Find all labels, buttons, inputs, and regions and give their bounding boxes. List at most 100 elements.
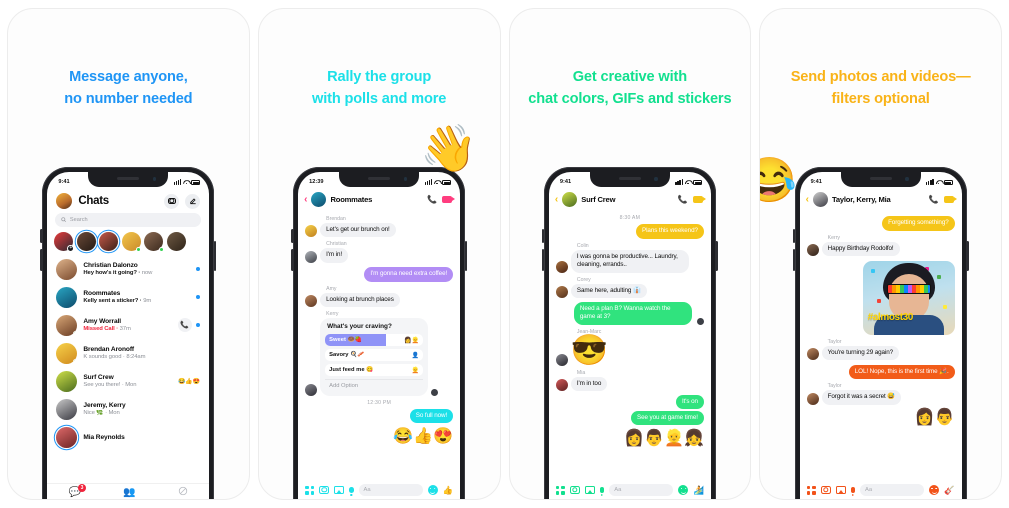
phone-icon[interactable]: 📞 — [929, 195, 939, 204]
story-item[interactable] — [144, 232, 164, 252]
avatar — [555, 353, 568, 366]
message-bubble[interactable]: Looking at brunch places — [320, 292, 400, 307]
phone-mockup-1: 9:41 Chats Search + Christian Dalonzo He… — [40, 167, 217, 499]
phone-icon[interactable]: 📞 — [678, 195, 688, 204]
poll-option-label: Sweet 🍩🍓 — [329, 337, 362, 343]
sidebar-item-people[interactable]: 👥 — [123, 487, 135, 498]
message-bubble[interactable]: So full now! — [409, 408, 454, 423]
poll-card[interactable]: What's your craving? Sweet 🍩🍓 👩👱 Savory … — [320, 318, 429, 396]
poll-sender: Kerry — [326, 311, 339, 317]
message-bubble[interactable]: See you at game time! — [630, 410, 704, 425]
gallery-icon[interactable] — [584, 486, 595, 494]
gallery-icon[interactable] — [334, 486, 345, 494]
poll-option[interactable]: Sweet 🍩🍓 👩👱 — [325, 334, 424, 346]
chat-name: Jeremy, Kerry — [83, 402, 126, 409]
smiley-icon[interactable] — [929, 485, 940, 495]
list-item[interactable]: Brendan Aronoff K sounds good · 8:24am — [47, 339, 209, 367]
apps-icon[interactable] — [806, 485, 816, 495]
sidebar-item-discover[interactable] — [178, 486, 188, 499]
message-bubble[interactable]: I'm in too — [570, 376, 608, 391]
apps-icon[interactable] — [555, 485, 565, 495]
microphone-icon[interactable] — [349, 486, 354, 494]
message-input[interactable]: Aa — [860, 484, 925, 496]
list-item[interactable]: Jeremy, Kerry Nice 🌿 · Mon — [47, 395, 209, 423]
like-icon[interactable]: 👍 — [443, 485, 453, 496]
battery-icon — [442, 180, 452, 185]
status-time: 9:41 — [559, 179, 572, 185]
message-input[interactable]: Aa — [358, 484, 423, 496]
back-chevron-icon[interactable]: ‹ — [304, 194, 307, 205]
compose-icon[interactable] — [185, 193, 201, 209]
page-title: Chats — [78, 195, 109, 207]
search-icon — [61, 217, 67, 223]
back-chevron-icon[interactable]: ‹ — [806, 194, 809, 205]
camera-icon[interactable] — [569, 486, 580, 494]
like-icon[interactable]: 🏄 — [693, 485, 703, 496]
message-sender: Amy — [326, 285, 337, 292]
message-bubble[interactable]: Let's get our brunch on! — [320, 222, 396, 237]
phone-icon[interactable]: 📞 — [427, 195, 437, 204]
photo-attachment[interactable]: ⬆ #almost30 — [862, 260, 955, 335]
sticker-emoji[interactable]: 😎 — [571, 335, 608, 366]
search-input[interactable]: Search — [55, 213, 202, 227]
microphone-icon[interactable] — [850, 486, 856, 494]
message-bubble[interactable]: Forgetting something? — [882, 216, 955, 231]
avatar[interactable] — [56, 193, 73, 209]
list-item[interactable]: Roommates Kelly sent a sticker? · 9m — [47, 283, 209, 311]
sidebar-item-chats[interactable]: 💬 3 — [69, 483, 86, 498]
message-bubble[interactable]: I'm in! — [320, 248, 349, 263]
message-reactions[interactable]: 👩👨👱👧 — [556, 428, 704, 448]
message-bubble[interactable]: I'm gonna need extra coffee! — [364, 267, 454, 282]
poll-add-option[interactable]: Add Option — [325, 379, 424, 391]
message-reactions[interactable]: 👩👨 — [807, 407, 955, 427]
smiley-icon[interactable] — [678, 485, 689, 495]
poll-option[interactable]: Just feed me 😋 👱 — [325, 364, 424, 376]
message-bubble[interactable]: I was gonna be productive... Laundry, cl… — [570, 249, 689, 273]
list-item[interactable]: Mia Reynolds — [47, 423, 209, 448]
message-row: Need a plan B? Wanna watch the game at 3… — [556, 301, 704, 325]
message-bubble[interactable]: Happy Birthday Rodolfo! — [821, 241, 900, 256]
back-chevron-icon[interactable]: ‹ — [555, 194, 558, 205]
story-add[interactable]: + — [54, 232, 75, 252]
avatar — [305, 250, 318, 263]
conversation-header-4: ‹ Taylor, Kerry, Mia 📞 — [800, 189, 962, 211]
phone-mockup-2: 12:39 ‹ Roommates 📞 Brendan Let's get ou… — [291, 167, 468, 499]
video-icon[interactable] — [442, 196, 456, 203]
story-item[interactable] — [76, 232, 96, 251]
camera-icon[interactable] — [164, 193, 180, 209]
message-row: I'm in! — [305, 248, 453, 263]
microphone-icon[interactable] — [599, 486, 605, 494]
smiley-icon[interactable] — [427, 485, 438, 495]
avatar[interactable] — [812, 192, 828, 207]
message-bubble[interactable]: LOL! Nope, this is the first time 🎉. — [848, 364, 955, 379]
poll-option[interactable]: Savory 🍳🥓 👤 — [325, 349, 424, 361]
chat-list: Christian Dalonzo Hey how's it going? · … — [47, 255, 209, 448]
camera-icon[interactable] — [820, 486, 831, 494]
apps-icon[interactable] — [305, 485, 315, 495]
story-item[interactable] — [99, 232, 119, 251]
message-bubble[interactable]: Plans this weekend? — [636, 224, 704, 239]
story-item[interactable] — [166, 232, 186, 251]
story-item[interactable] — [121, 232, 142, 252]
list-item[interactable]: Amy Worrall Missed Call · 37m 📞 — [47, 311, 209, 339]
list-item[interactable]: Surf Crew See you there! · Mon 😂👍😍 — [47, 367, 209, 395]
chat-preview: Hey how's it going? · now — [83, 270, 153, 276]
camera-icon[interactable] — [319, 486, 330, 494]
call-back-button[interactable]: 📞 — [177, 318, 192, 332]
message-bubble[interactable]: Same here, adulting 👔 — [570, 283, 647, 298]
video-icon[interactable] — [692, 196, 706, 203]
video-icon[interactable] — [943, 196, 957, 203]
message-bubble[interactable]: Need a plan B? Wanna watch the game at 3… — [573, 301, 692, 325]
chat-preview: Kelly sent a sticker? · 9m — [83, 298, 152, 304]
message-bubble[interactable]: You're turning 29 again? — [821, 345, 900, 360]
list-item[interactable]: Christian Dalonzo Hey how's it going? · … — [47, 255, 209, 283]
message-reactions[interactable]: 😂👍😍 — [305, 426, 453, 446]
avatar[interactable] — [311, 192, 327, 207]
gallery-icon[interactable] — [835, 486, 846, 494]
seen-avatar — [696, 317, 704, 325]
message-bubble[interactable]: Forgot it was a secret 😅 — [821, 390, 902, 405]
message-bubble[interactable]: It's on — [675, 394, 704, 409]
like-icon[interactable]: 🎸 — [944, 485, 954, 496]
avatar[interactable] — [562, 192, 578, 207]
message-input[interactable]: Aa — [609, 484, 674, 496]
